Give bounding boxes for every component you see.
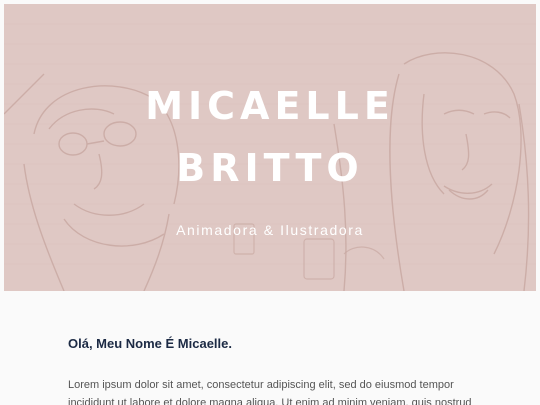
about-body-text: Lorem ipsum dolor sit amet, consectetur …: [68, 379, 472, 405]
hero-title-last-name: BRITTO: [176, 146, 364, 190]
about-section: Olá, Meu Nome É Micaelle. Lorem ipsum do…: [0, 291, 540, 405]
page: MICAELLE BRITTO Animadora & Ilustradora …: [0, 0, 540, 405]
hero-title-first-name: MICAELLE: [145, 84, 395, 128]
hero-banner: MICAELLE BRITTO Animadora & Ilustradora: [4, 4, 536, 291]
hero-subtitle: Animadora & Ilustradora: [176, 222, 364, 238]
about-heading: Olá, Meu Nome É Micaelle.: [68, 336, 232, 351]
